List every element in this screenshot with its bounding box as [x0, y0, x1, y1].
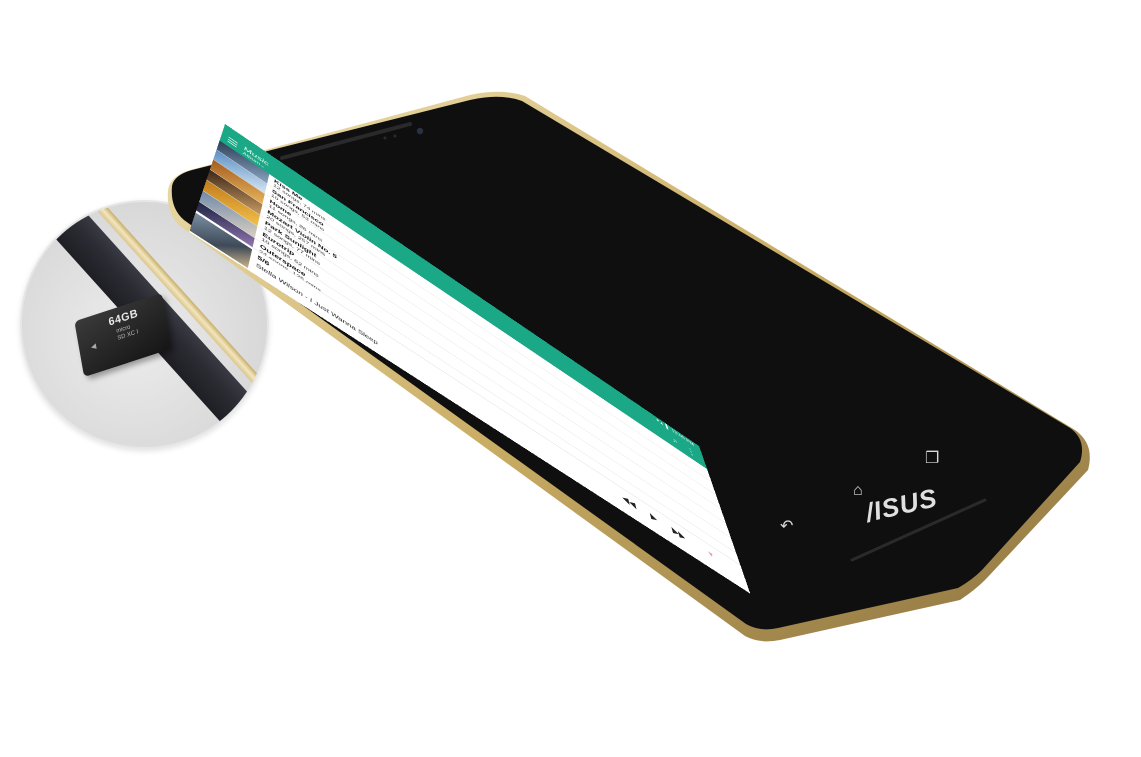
rewind-icon[interactable]: ◀◀ [621, 492, 637, 511]
play-icon[interactable]: ▶ [649, 511, 658, 525]
phone-device: ▾▴▐ 12:00 PM ☰ Music Album⌄ ⌕ ⋮ Kiss Me … [0, 0, 1141, 757]
favorite-heart-icon[interactable]: ♥ [707, 548, 714, 560]
front-camera [416, 127, 424, 135]
recent-apps-key-icon[interactable]: ❐ [925, 448, 939, 468]
light-sensor [393, 134, 397, 138]
proximity-sensor [383, 136, 387, 140]
home-key-icon[interactable]: ⌂ [853, 482, 863, 500]
back-key-icon[interactable]: ↶ [780, 516, 793, 536]
